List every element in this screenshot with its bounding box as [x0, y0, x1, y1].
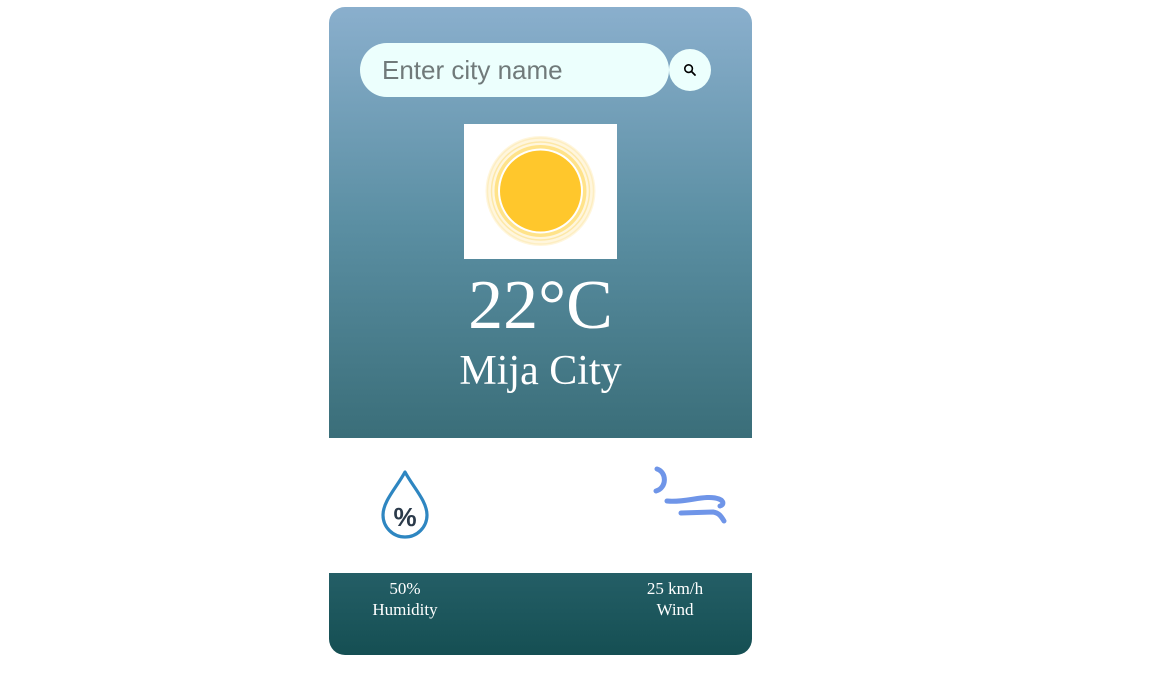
sun-icon: [485, 136, 596, 246]
search-button[interactable]: [669, 49, 711, 91]
city-search-input[interactable]: [360, 43, 669, 97]
humidity-stat: 50% Humidity: [345, 578, 465, 620]
details-icons: %: [329, 438, 752, 573]
humidity-label: Humidity: [372, 600, 438, 619]
humidity-icon: %: [381, 470, 429, 539]
city-name: Mija City: [459, 348, 622, 394]
weather-header: 22°C Mija City: [329, 7, 752, 438]
svg-text:%: %: [393, 502, 416, 532]
wind-value: 25 km/h: [646, 579, 704, 598]
humidity-value: 50%: [389, 579, 421, 598]
wind-stat: 25 km/h Wind: [615, 578, 735, 620]
weather-card: 22°C Mija City % 50% Humidity 25 km/h Wi…: [329, 7, 752, 655]
wind-icon: [653, 466, 727, 524]
weather-condition-image: [464, 124, 617, 259]
temperature-value: 22°C: [468, 267, 613, 344]
details-footer: 50% Humidity 25 km/h Wind: [329, 573, 752, 655]
search-icon: [683, 63, 696, 76]
wind-label: Wind: [656, 600, 694, 619]
